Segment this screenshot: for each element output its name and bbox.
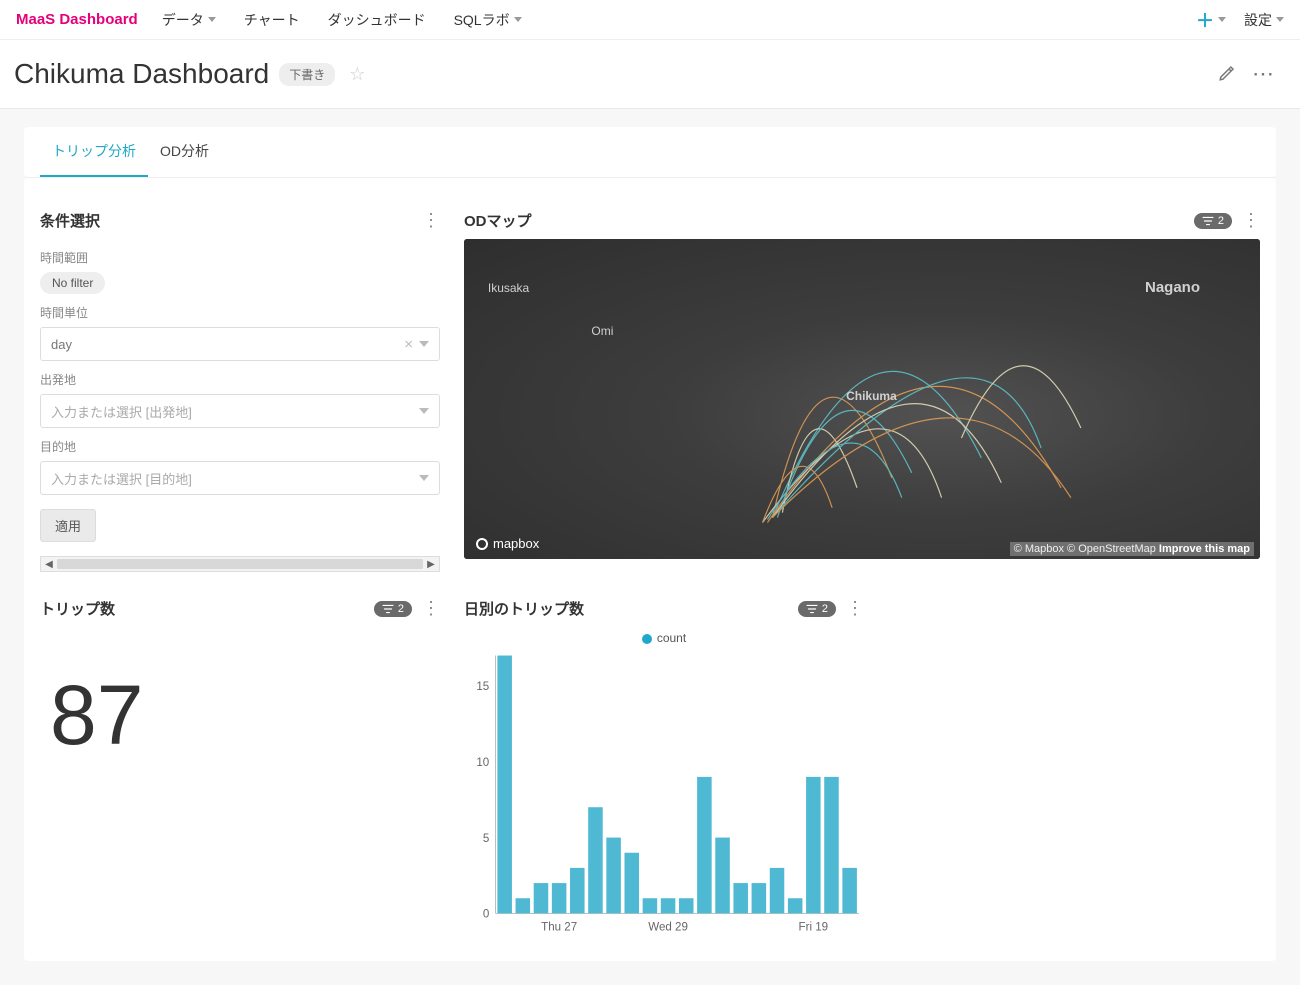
trip-more-icon[interactable]: ⋮ [422,598,440,619]
clear-icon[interactable]: × [398,336,419,353]
time-unit-label: 時間単位 [40,304,440,321]
chevron-down-icon [208,17,216,22]
tab-trip-analysis[interactable]: トリップ分析 [40,127,148,177]
trip-filter-badge[interactable]: 2 [374,601,412,617]
map-filter-badge[interactable]: 2 [1194,213,1232,229]
filters-panel: 条件選択 ⋮ 時間範囲 No filter 時間単位 day × 出発地 入力ま… [40,202,440,572]
nav-data[interactable]: データ [162,10,216,30]
map-label-chikuma: Chikuma [846,389,897,403]
daily-trip-title: 日別のトリップ数 [464,598,584,619]
nav-settings[interactable]: 設定 [1244,10,1284,30]
svg-text:Thu 27: Thu 27 [541,921,577,933]
filters-more-icon[interactable]: ⋮ [422,210,440,231]
chevron-down-icon [419,341,429,347]
daily-more-icon[interactable]: ⋮ [846,598,864,619]
chevron-down-icon [419,408,429,414]
od-map-card: ODマップ 2 ⋮ [464,202,1260,572]
time-unit-select[interactable]: day × [40,327,440,361]
origin-select[interactable]: 入力または選択 [出発地] [40,394,440,428]
chevron-down-icon [1218,17,1226,22]
nav-chart[interactable]: チャート [244,10,300,30]
trip-count-value: 87 [40,627,440,804]
origin-label: 出発地 [40,371,440,388]
time-range-value[interactable]: No filter [40,272,105,294]
map-label-nagano: Nagano [1145,279,1200,296]
nav-dashboard[interactable]: ダッシュボード [328,10,426,30]
map-more-icon[interactable]: ⋮ [1242,210,1260,231]
page-title: Chikuma Dashboard [14,58,269,90]
legend-dot-icon [642,634,652,644]
daily-bar-chart: 0 5 10 15 Thu 27 Wed 29 Fri 19 [464,645,864,940]
svg-text:0: 0 [483,909,489,921]
dest-placeholder: 入力または選択 [目的地] [51,469,192,488]
mapbox-icon [476,538,488,550]
time-unit-value: day [51,337,72,352]
chart-legend: count [464,631,864,645]
map-viewport[interactable]: Nagano Chikuma Omi Ikusaka mapbox © Mapb… [464,239,1260,559]
trip-count-card: トリップ数 2 ⋮ 87 [40,590,440,945]
scroll-right-icon[interactable]: ▶ [423,557,439,571]
apply-button[interactable]: 適用 [40,509,96,542]
add-button[interactable]: ＋ [1196,7,1226,33]
edit-icon[interactable] [1218,64,1236,85]
dashboard-header: Chikuma Dashboard 下書き ☆ ⋯ [0,40,1300,109]
brand-logo[interactable]: MaaS Dashboard [16,11,138,28]
map-attribution[interactable]: © Mapbox © OpenStreetMap Improve this ma… [1010,542,1254,556]
filters-title: 条件選択 [40,210,100,231]
tab-od-analysis[interactable]: OD分析 [148,127,221,177]
trip-count-title: トリップ数 [40,598,115,619]
nav-sqllab[interactable]: SQLラボ [454,10,522,30]
dashboard-tabs: トリップ分析 OD分析 [24,127,1276,178]
map-label-omi: Omi [591,324,613,338]
horizontal-scrollbar[interactable]: ◀ ▶ [40,556,440,572]
daily-trip-card: 日別のトリップ数 2 ⋮ count 0 5 10 15 Thu 27 Wed 29 Fri… [464,590,864,945]
top-nav: MaaS Dashboard データ チャート ダッシュボード SQLラボ ＋ … [0,0,1300,40]
svg-text:10: 10 [476,757,489,769]
time-range-label: 時間範囲 [40,249,440,266]
mapbox-logo: mapbox [476,536,539,551]
chevron-down-icon [1276,17,1284,22]
favorite-star-icon[interactable]: ☆ [349,64,365,85]
dest-select[interactable]: 入力または選択 [目的地] [40,461,440,495]
svg-text:Wed 29: Wed 29 [648,921,688,933]
origin-placeholder: 入力または選択 [出発地] [51,402,192,421]
chevron-down-icon [514,17,522,22]
draft-badge: 下書き [279,63,335,86]
svg-text:5: 5 [483,833,489,845]
more-menu-icon[interactable]: ⋯ [1252,61,1276,87]
daily-filter-badge[interactable]: 2 [798,601,836,617]
dest-label: 目的地 [40,438,440,455]
scroll-left-icon[interactable]: ◀ [41,557,57,571]
scroll-thumb[interactable] [57,559,423,569]
chevron-down-icon [419,475,429,481]
svg-text:15: 15 [476,681,489,693]
svg-text:Fri 19: Fri 19 [799,921,829,933]
od-map-title: ODマップ [464,210,532,231]
map-label-ikusaka: Ikusaka [488,281,529,295]
